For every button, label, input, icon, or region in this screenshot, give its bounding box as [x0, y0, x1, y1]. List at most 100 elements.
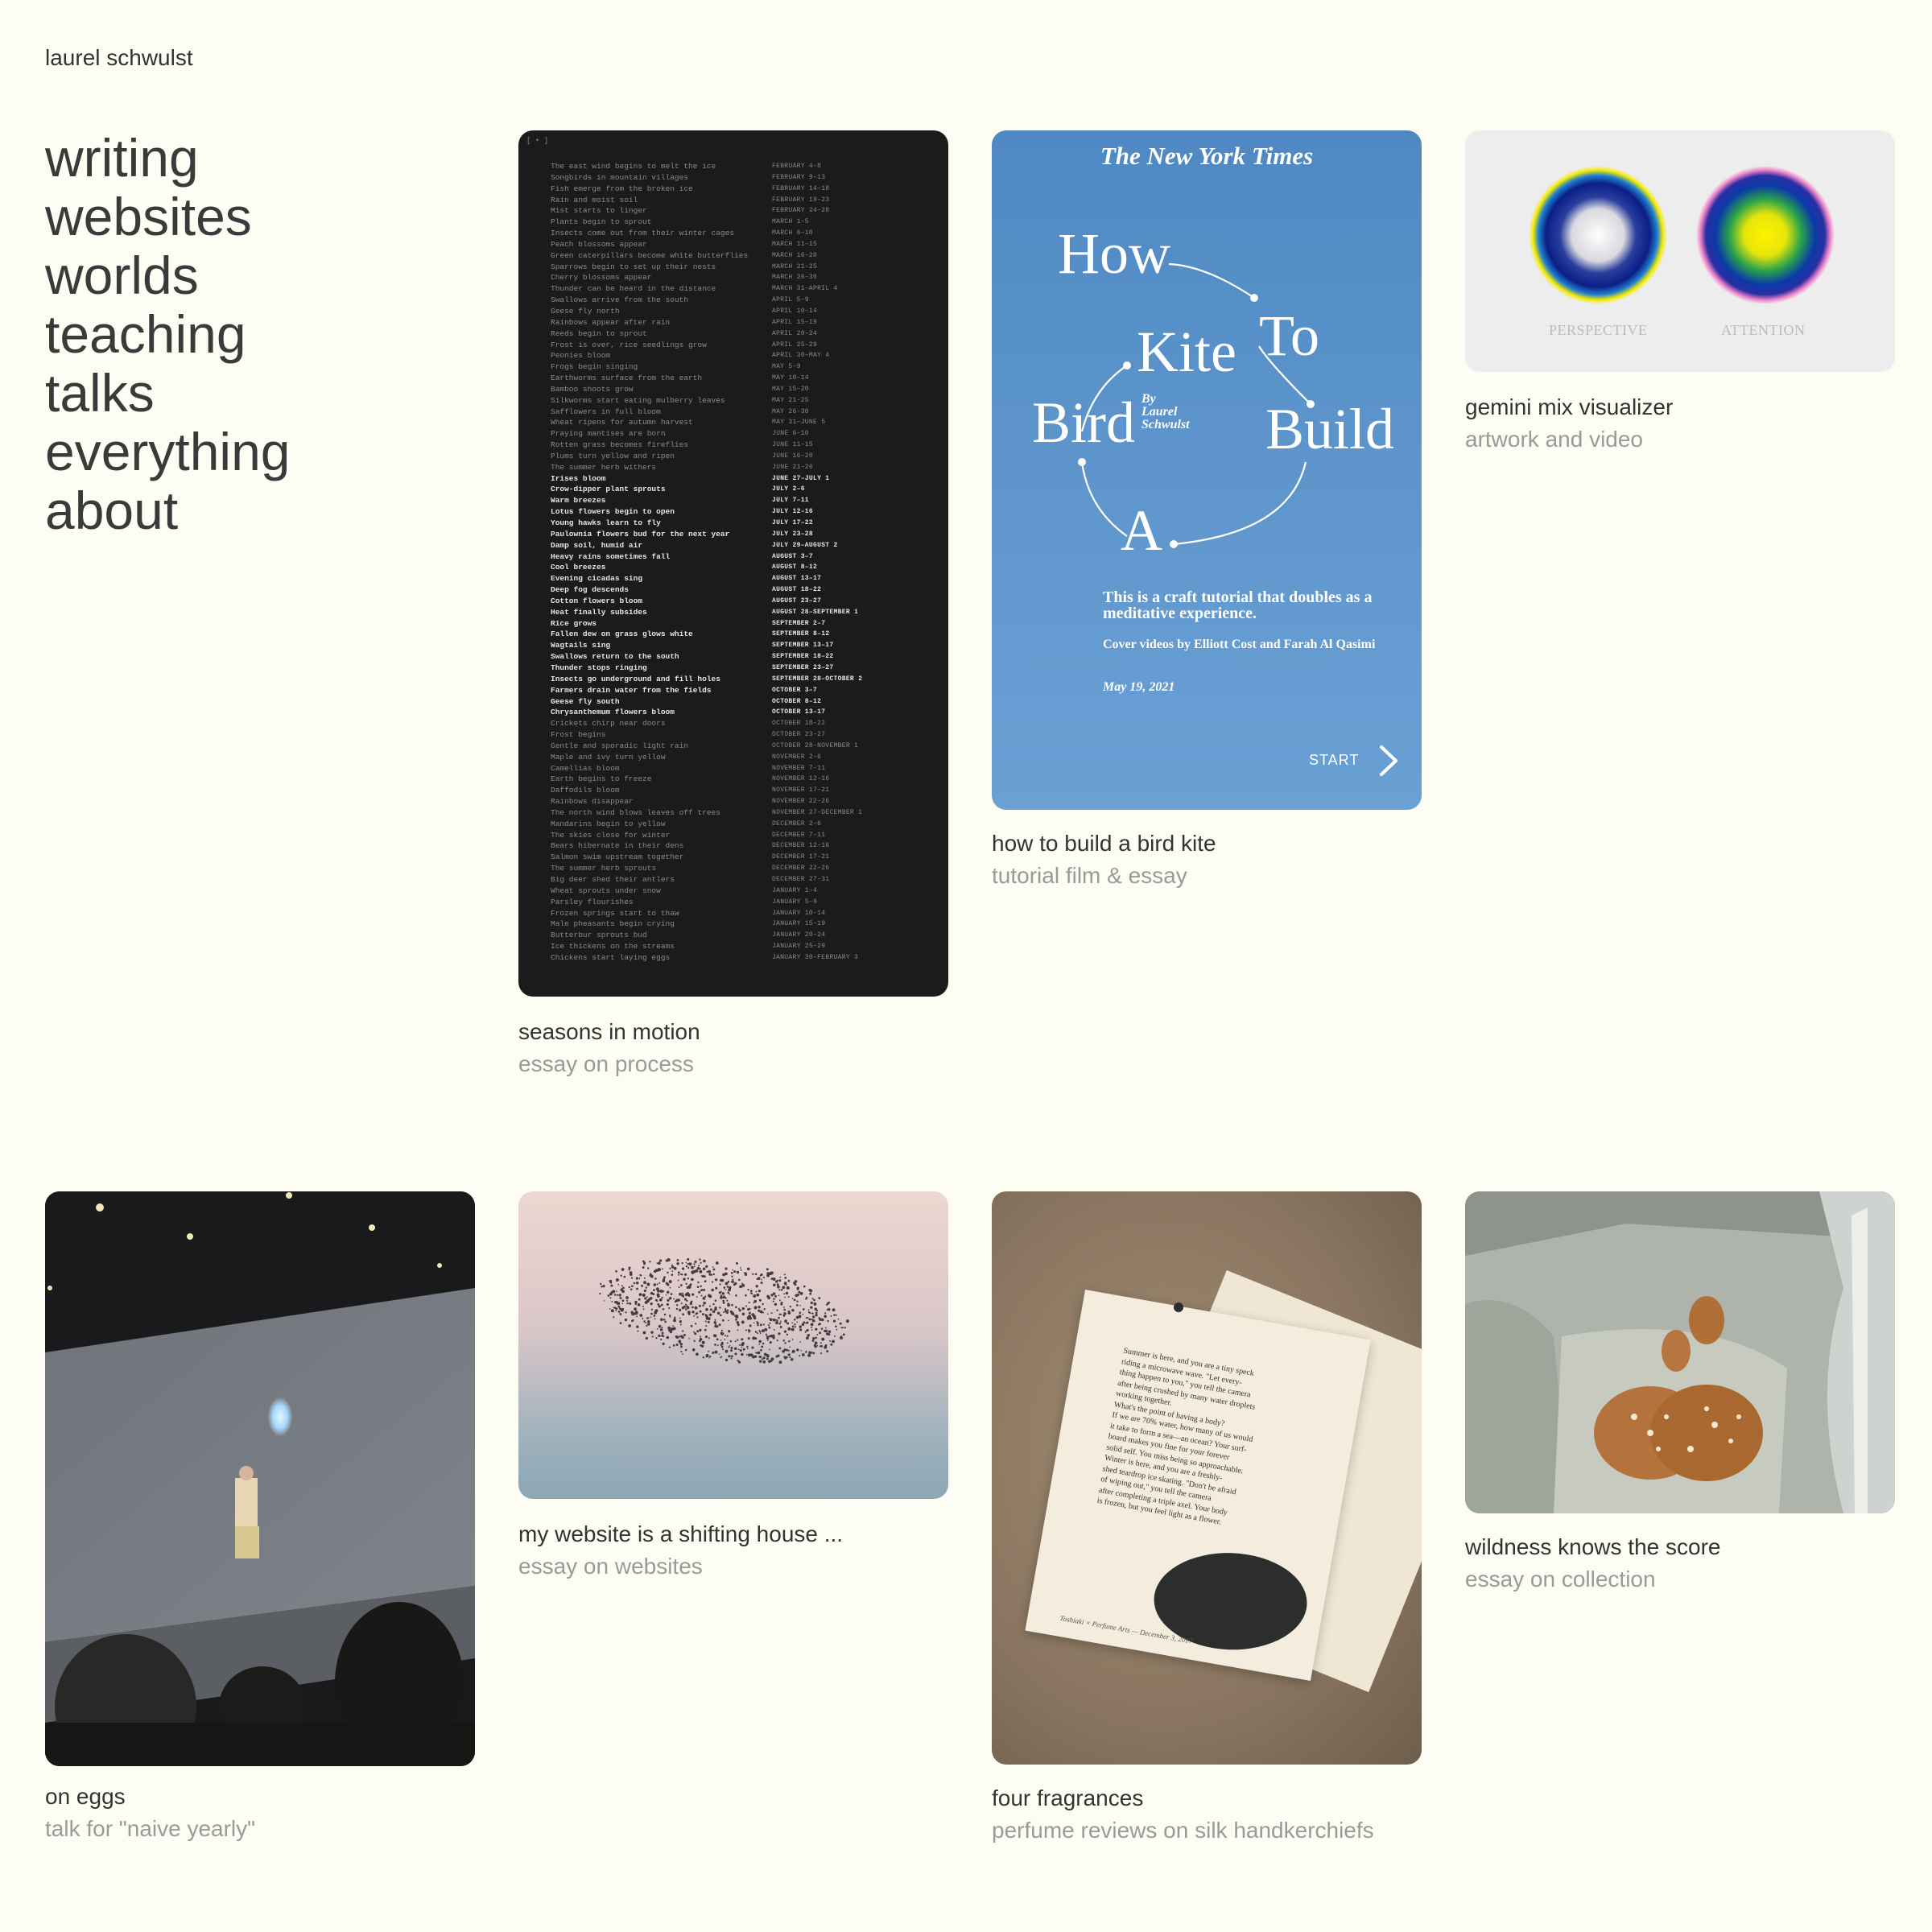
bird-dot [833, 1314, 836, 1316]
bird-dot [720, 1290, 722, 1293]
card-title[interactable]: how to build a bird kite [992, 831, 1216, 857]
bird-dot [681, 1307, 684, 1310]
nav-item-talks[interactable]: talks [45, 364, 291, 423]
bird-dot [656, 1262, 658, 1265]
card-title[interactable]: on eggs [45, 1784, 126, 1810]
perspective-ring [1529, 166, 1667, 304]
card-title[interactable]: four fragrances [992, 1785, 1143, 1811]
bird-dot [661, 1296, 663, 1299]
bird-dot [682, 1330, 684, 1332]
season-dates: MARCH 31–APRIL 4 [772, 285, 838, 293]
bird-dot [753, 1355, 758, 1358]
nav-item-about[interactable]: about [45, 481, 291, 540]
bird-dot [691, 1311, 695, 1314]
bird-dot [801, 1353, 805, 1356]
bird-dot [708, 1269, 712, 1274]
bird-dot [708, 1350, 709, 1352]
bird-dot [753, 1294, 757, 1297]
bird-dot [812, 1336, 815, 1340]
nav-item-everything[interactable]: everything [45, 423, 291, 481]
bird-dot [714, 1299, 717, 1302]
nav-item-writing[interactable]: writing [45, 129, 291, 188]
bird-dot [669, 1316, 671, 1318]
card-title[interactable]: wildness knows the score [1465, 1534, 1720, 1560]
bird-dot [658, 1298, 663, 1302]
bird-dot [740, 1269, 742, 1271]
bird-dot [633, 1312, 637, 1315]
bird-dot [696, 1296, 698, 1298]
bird-dot [685, 1261, 687, 1264]
fawns-in-car-photo[interactable] [1465, 1191, 1895, 1513]
season-dates: APRIL 15–19 [772, 318, 818, 326]
bird-dot [726, 1286, 729, 1288]
season-row: Crow-dipper plant sprouts JULY 2–6 [551, 484, 929, 495]
season-row: Maple and ivy turn yellow NOVEMBER 2–6 [551, 752, 929, 763]
card-title[interactable]: my website is a shifting house ... [518, 1521, 843, 1547]
bird-dot [749, 1292, 752, 1294]
bird-kite-thumbnail[interactable]: The New York Times How To Kite Bird Buil… [992, 130, 1422, 810]
bird-dot [650, 1316, 652, 1319]
nav-item-websites[interactable]: websites [45, 188, 291, 246]
gemini-thumbnail[interactable]: PERSPECTIVE ATTENTION [1465, 130, 1895, 372]
bird-dot [845, 1319, 849, 1323]
bird-dot [733, 1282, 737, 1286]
season-dates: JULY 7–11 [772, 497, 809, 505]
bird-dot [758, 1344, 761, 1345]
season-row: Damp soil, humid air JULY 29–AUGUST 2 [551, 540, 929, 551]
bird-dot [780, 1289, 783, 1291]
season-row: Sparrows begin to set up their nests MARC… [551, 262, 929, 273]
season-dates: NOVEMBER 2–6 [772, 753, 822, 761]
bird-dot [661, 1334, 663, 1337]
bird-dot [719, 1314, 722, 1317]
bird-dot [783, 1348, 786, 1352]
bird-dot [667, 1257, 670, 1261]
bird-dot [732, 1269, 733, 1271]
bird-dot [783, 1293, 786, 1295]
season-dates: JUNE 21–26 [772, 463, 814, 471]
handkerchiefs-photo[interactable]: Summer is here, and you are a tiny speck… [992, 1191, 1422, 1765]
bird-dot [759, 1331, 762, 1333]
bird-dot [775, 1321, 778, 1325]
bird-dot [746, 1345, 749, 1348]
bird-dot [647, 1267, 650, 1269]
chevron-right-icon[interactable] [1377, 742, 1401, 779]
bird-dot [811, 1318, 813, 1321]
bird-dot [757, 1324, 759, 1327]
season-name: Swallows return to the south [551, 652, 679, 662]
site-name[interactable]: laurel schwulst [45, 45, 193, 71]
card-title[interactable]: gemini mix visualizer [1465, 394, 1673, 420]
bird-dot [656, 1283, 658, 1286]
bird-dot [685, 1265, 688, 1268]
bird-dot [720, 1329, 724, 1332]
bird-dot [796, 1321, 799, 1323]
bird-dot [724, 1289, 726, 1290]
bird-dot [778, 1316, 780, 1319]
season-name: Thunder can be heard in the distance [551, 284, 716, 294]
bird-dot [694, 1260, 697, 1263]
nav-item-teaching[interactable]: teaching [45, 305, 291, 364]
season-name: The summer herb sprouts [551, 864, 657, 873]
bird-dot [751, 1313, 755, 1317]
bird-dot [683, 1278, 686, 1281]
bird-dot [613, 1307, 615, 1309]
bird-dot [670, 1293, 673, 1295]
season-name: Plants begin to sprout [551, 217, 652, 227]
bird-dot [760, 1310, 763, 1314]
bird-dot [690, 1324, 693, 1327]
handkerchief-front: Summer is here, and you are a tiny speck… [1025, 1290, 1371, 1681]
season-dates: JUNE 27–JULY 1 [772, 474, 830, 482]
bird-dot [791, 1325, 795, 1327]
bird-dot [655, 1337, 658, 1340]
bird-dot [646, 1299, 650, 1303]
seasons-thumbnail[interactable]: [ • ] The east wind begins to melt the i… [518, 130, 948, 997]
starling-murmuration-photo[interactable] [518, 1191, 948, 1499]
season-name: Wheat ripens for autumn harvest [551, 418, 693, 427]
bird-dot [650, 1296, 653, 1300]
bird-dot [653, 1315, 656, 1317]
on-eggs-photo[interactable] [45, 1191, 475, 1766]
card-title[interactable]: seasons in motion [518, 1019, 700, 1045]
season-name: Wagtails sing [551, 641, 611, 650]
start-button[interactable]: START [1309, 752, 1359, 769]
season-row: Geese fly north APRIL 10–14 [551, 306, 929, 317]
nav-item-worlds[interactable]: worlds [45, 246, 291, 305]
